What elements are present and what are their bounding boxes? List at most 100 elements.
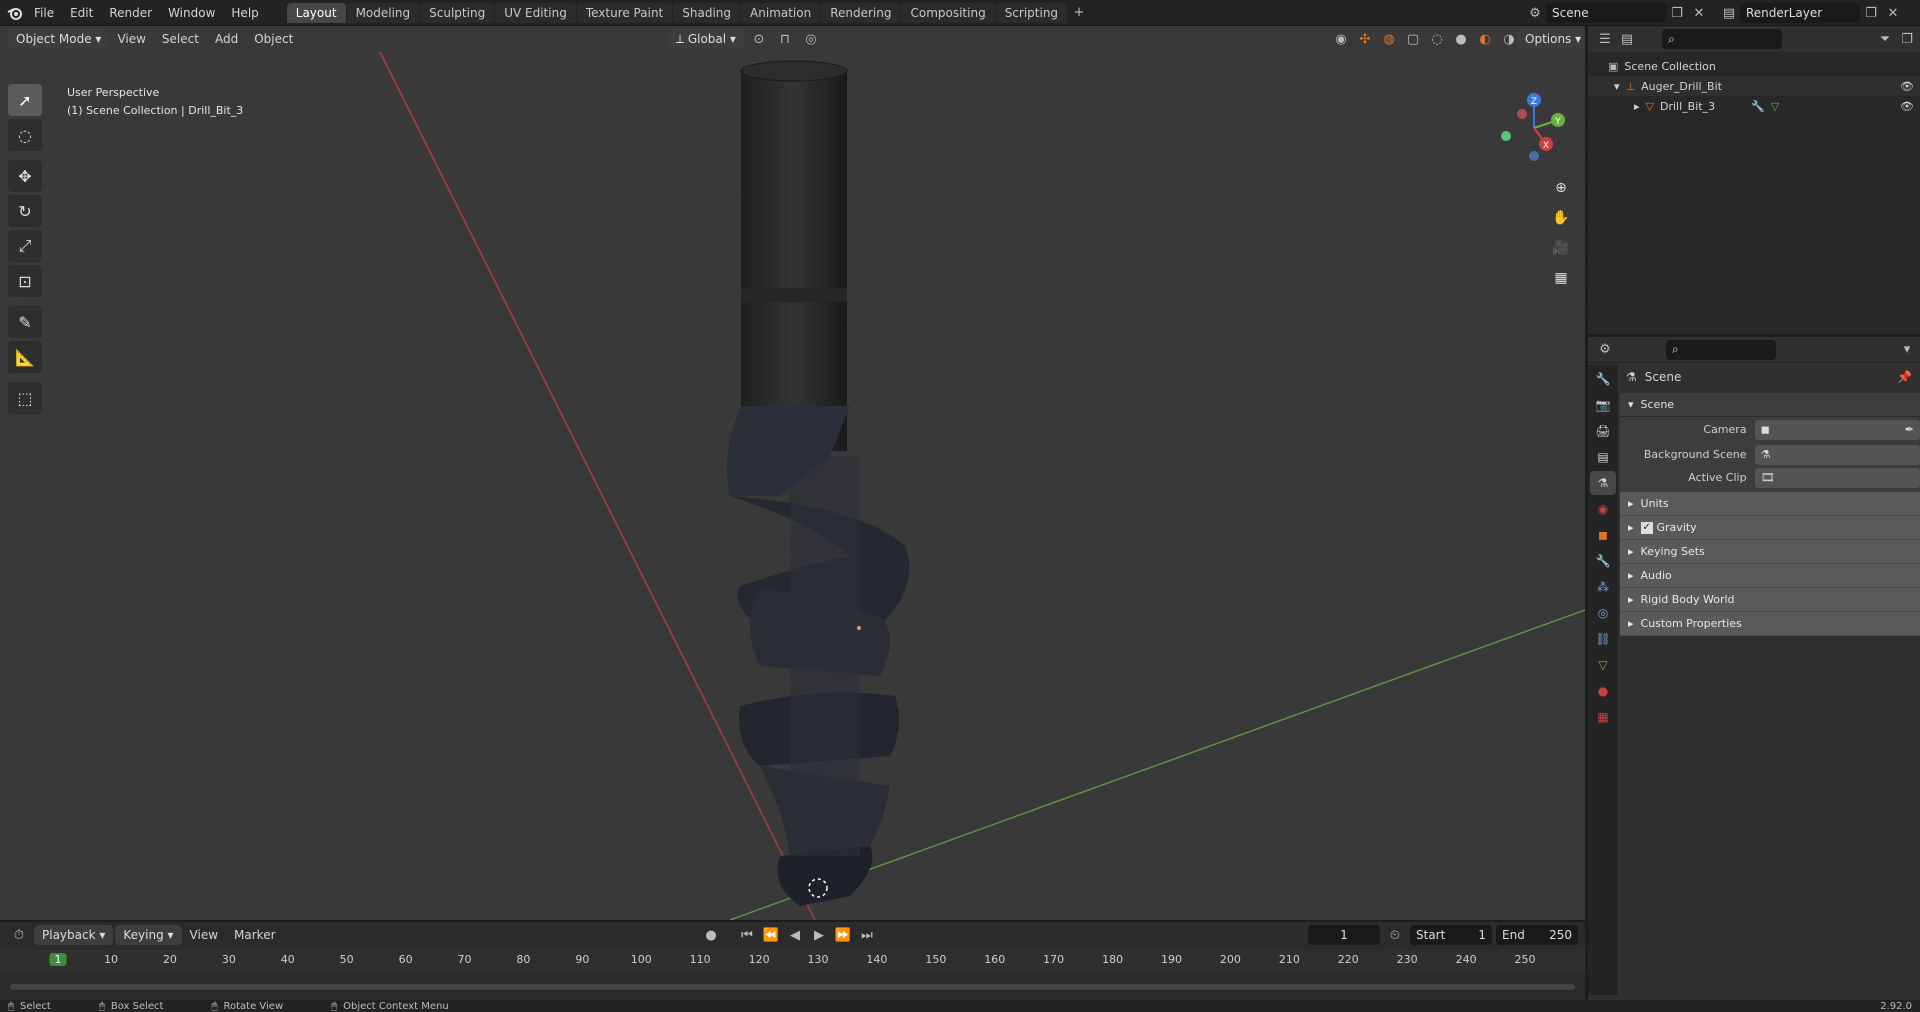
- record-icon[interactable]: ●: [700, 925, 722, 945]
- object-mode-dropdown[interactable]: Object Mode ▾: [8, 29, 110, 49]
- scale-tool[interactable]: ⤢: [8, 230, 42, 262]
- visibility-icon[interactable]: ◉: [1330, 29, 1352, 49]
- menu-render[interactable]: Render: [101, 2, 160, 24]
- delete-layer-icon[interactable]: ✕: [1882, 3, 1904, 23]
- constraints-tab-icon[interactable]: ⛓: [1590, 627, 1616, 651]
- delete-scene-icon[interactable]: ✕: [1688, 3, 1710, 23]
- add-cube-tool[interactable]: ⬚: [8, 382, 42, 414]
- custom-properties-panel[interactable]: ▸ Custom Properties: [1620, 612, 1920, 636]
- new-layer-icon[interactable]: ❐: [1860, 3, 1882, 23]
- data-tab-icon[interactable]: ▽: [1590, 653, 1616, 677]
- object-tab-icon[interactable]: ◼: [1590, 523, 1616, 547]
- viewport-menu-add[interactable]: Add: [207, 28, 246, 50]
- scene-panel-header[interactable]: ▾ Scene: [1620, 393, 1920, 417]
- visibility-eye-icon[interactable]: 👁: [1900, 100, 1914, 113]
- properties-options-icon[interactable]: ▾: [1896, 340, 1918, 360]
- tab-animation[interactable]: Animation: [741, 2, 821, 23]
- xray-icon[interactable]: ▢: [1402, 29, 1424, 49]
- tab-texture-paint[interactable]: Texture Paint: [576, 2, 673, 23]
- background-scene-field[interactable]: ⚗: [1754, 444, 1920, 465]
- particles-tab-icon[interactable]: ⁂: [1590, 575, 1616, 599]
- add-workspace-icon[interactable]: +: [1068, 3, 1090, 23]
- jump-end-icon[interactable]: ⏭: [856, 925, 878, 945]
- scene-name-field[interactable]: Scene: [1546, 3, 1666, 23]
- expand-arrow-icon[interactable]: ▾: [1614, 80, 1620, 93]
- properties-editor-type-icon[interactable]: ⚙: [1594, 340, 1616, 360]
- render-tab-icon[interactable]: 📷: [1590, 393, 1616, 417]
- outliner-editor-type-icon[interactable]: ☰: [1594, 29, 1616, 49]
- tab-modeling[interactable]: Modeling: [346, 2, 420, 23]
- rigid-body-world-panel[interactable]: ▸ Rigid Body World: [1620, 588, 1920, 612]
- scene-icon[interactable]: ⚙: [1524, 3, 1546, 23]
- jump-start-icon[interactable]: ⏮: [736, 925, 758, 945]
- end-frame-field[interactable]: End 250: [1496, 925, 1578, 945]
- camera-view-icon[interactable]: 🎥: [1549, 236, 1573, 260]
- options-button[interactable]: Options ▾: [1517, 29, 1585, 49]
- mesh-data-icon[interactable]: ▽: [1771, 100, 1779, 113]
- wireframe-shading-icon[interactable]: ◌: [1426, 29, 1448, 49]
- new-collection-icon[interactable]: ❐: [1896, 29, 1918, 49]
- units-panel[interactable]: ▸ Units: [1620, 492, 1920, 516]
- viewport-menu-select[interactable]: Select: [154, 28, 207, 50]
- display-mode-icon[interactable]: ▤: [1616, 29, 1638, 49]
- proportional-editing-icon[interactable]: ◎: [800, 29, 822, 49]
- select-box-tool[interactable]: ➚: [8, 84, 42, 116]
- timeline-menu-marker[interactable]: Marker: [226, 924, 283, 946]
- outliner-row-drill-bit-3[interactable]: ▸ ▽ Drill_Bit_3 🔧 ▽ 👁: [1588, 96, 1920, 116]
- blender-logo-icon[interactable]: [4, 3, 26, 23]
- timeline-scrollbar[interactable]: [10, 984, 1575, 990]
- modifier-wrench-icon[interactable]: 🔧: [1751, 100, 1765, 113]
- prev-keyframe-icon[interactable]: ⏪: [760, 925, 782, 945]
- 3d-viewport[interactable]: Object Mode ▾ View Select Add Object ⟂ G…: [0, 26, 1585, 920]
- pivot-point-icon[interactable]: ⊙: [748, 29, 770, 49]
- properties-search-input[interactable]: ⌕: [1666, 339, 1776, 360]
- measure-tool[interactable]: 📐: [8, 341, 42, 373]
- zoom-icon[interactable]: ⊕: [1549, 176, 1573, 200]
- tool-tab-icon[interactable]: 🔧: [1590, 367, 1616, 391]
- play-icon[interactable]: ▶: [808, 925, 830, 945]
- material-shading-icon[interactable]: ◐: [1474, 29, 1496, 49]
- play-reverse-icon[interactable]: ◀: [784, 925, 806, 945]
- physics-tab-icon[interactable]: ◎: [1590, 601, 1616, 625]
- move-tool[interactable]: ✥: [8, 160, 42, 192]
- filter-icon[interactable]: ⏷: [1874, 29, 1896, 49]
- visibility-eye-icon[interactable]: 👁: [1900, 80, 1914, 93]
- modifier-tab-icon[interactable]: 🔧: [1590, 549, 1616, 573]
- perspective-toggle-icon[interactable]: ▦: [1549, 266, 1573, 290]
- preview-range-icon[interactable]: ⏲: [1384, 925, 1406, 945]
- rotate-tool[interactable]: ↻: [8, 195, 42, 227]
- overlay-toggle-icon[interactable]: ◍: [1378, 29, 1400, 49]
- audio-panel[interactable]: ▸ Audio: [1620, 564, 1920, 588]
- world-tab-icon[interactable]: ◉: [1590, 497, 1616, 521]
- menu-window[interactable]: Window: [160, 2, 223, 24]
- snap-icon[interactable]: ⊓: [774, 29, 796, 49]
- next-keyframe-icon[interactable]: ⏩: [832, 925, 854, 945]
- tab-uv-editing[interactable]: UV Editing: [495, 2, 576, 23]
- navigation-gizmo[interactable]: Z Y X: [1490, 88, 1570, 188]
- transform-orientation-dropdown[interactable]: ⟂ Global ▾: [668, 29, 744, 49]
- timeline-editor-type-icon[interactable]: ⏱: [8, 925, 30, 945]
- viewport-menu-view[interactable]: View: [109, 28, 153, 50]
- playback-dropdown[interactable]: Playback ▾: [34, 925, 114, 945]
- active-clip-field[interactable]: 🎞: [1754, 467, 1920, 488]
- view-layer-tab-icon[interactable]: ▤: [1590, 445, 1616, 469]
- menu-edit[interactable]: Edit: [62, 2, 101, 24]
- new-scene-icon[interactable]: ❐: [1666, 3, 1688, 23]
- outliner-search-input[interactable]: ⌕: [1662, 29, 1782, 49]
- tab-scripting[interactable]: Scripting: [995, 2, 1068, 23]
- start-frame-field[interactable]: Start 1: [1410, 925, 1492, 945]
- tab-rendering[interactable]: Rendering: [821, 2, 901, 23]
- outliner-row-auger-drill-bit[interactable]: ▾ ⊥ Auger_Drill_Bit 👁: [1588, 76, 1920, 96]
- cursor-tool[interactable]: ◌: [8, 119, 42, 151]
- timeline-menu-view[interactable]: View: [182, 924, 226, 946]
- gizmo-toggle-icon[interactable]: ✣: [1354, 29, 1376, 49]
- viewport-menu-object[interactable]: Object: [246, 28, 301, 50]
- solid-shading-icon[interactable]: ●: [1450, 29, 1472, 49]
- tab-sculpting[interactable]: Sculpting: [420, 2, 495, 23]
- collapse-arrow-icon[interactable]: ▸: [1634, 100, 1640, 113]
- camera-field[interactable]: ◼ ✒: [1754, 419, 1920, 440]
- tab-shading[interactable]: Shading: [673, 2, 740, 23]
- pin-icon[interactable]: 📌: [1897, 370, 1912, 384]
- transform-tool[interactable]: ⊡: [8, 265, 42, 297]
- keying-sets-panel[interactable]: ▸ Keying Sets: [1620, 540, 1920, 564]
